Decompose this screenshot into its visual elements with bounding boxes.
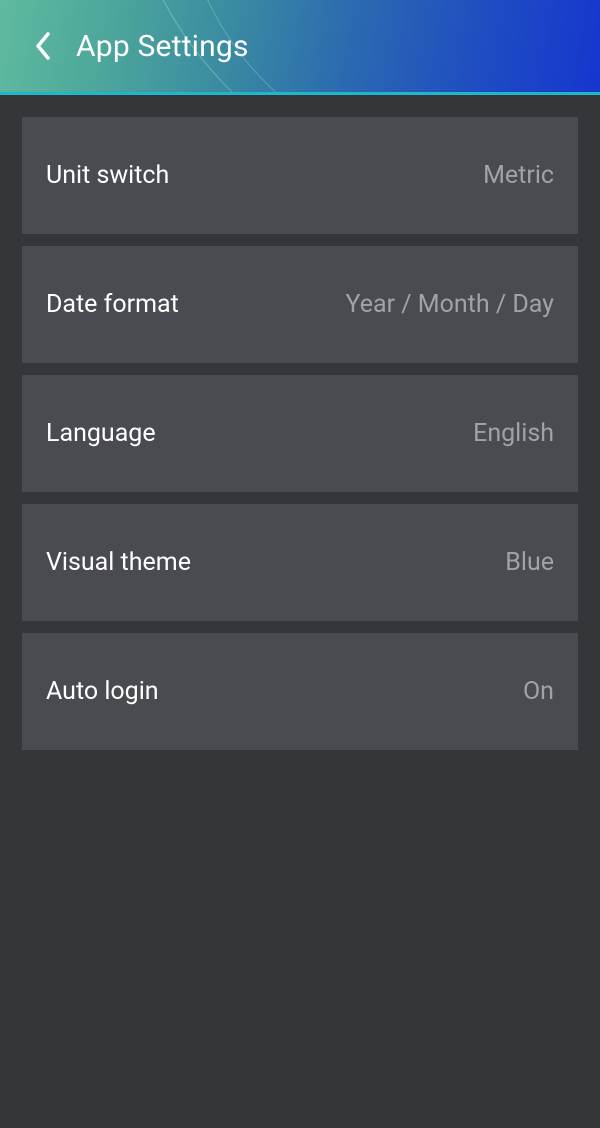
setting-value: Metric: [483, 161, 554, 190]
setting-auto-login[interactable]: Auto login On: [22, 633, 578, 750]
setting-date-format[interactable]: Date format Year / Month / Day: [22, 246, 578, 363]
setting-label: Auto login: [46, 677, 159, 706]
settings-list: Unit switch Metric Date format Year / Mo…: [0, 95, 600, 784]
setting-value: On: [523, 677, 554, 706]
setting-value: Year / Month / Day: [346, 290, 554, 319]
setting-unit-switch[interactable]: Unit switch Metric: [22, 117, 578, 234]
setting-label: Language: [46, 419, 156, 448]
setting-label: Date format: [46, 290, 179, 319]
page-title: App Settings: [76, 29, 249, 64]
app-header: App Settings: [0, 0, 600, 95]
setting-value: Blue: [505, 548, 554, 577]
setting-visual-theme[interactable]: Visual theme Blue: [22, 504, 578, 621]
setting-label: Unit switch: [46, 161, 169, 190]
setting-language[interactable]: Language English: [22, 375, 578, 492]
setting-label: Visual theme: [46, 548, 191, 577]
back-icon[interactable]: [26, 29, 60, 63]
setting-value: English: [473, 419, 554, 448]
